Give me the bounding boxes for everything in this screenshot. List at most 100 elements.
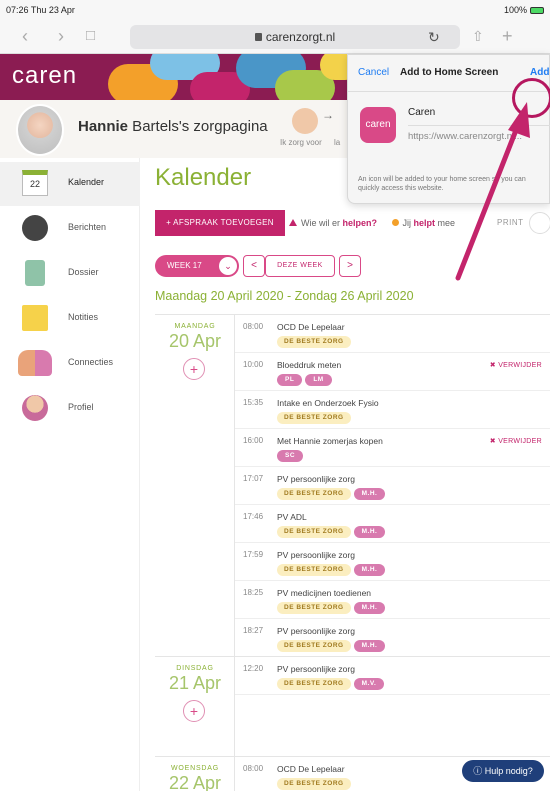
logo[interactable]: caren xyxy=(12,62,77,90)
sidebar-item-connecties[interactable]: Connecties xyxy=(0,342,140,386)
event-tags: DE BESTE ZORG M.H. xyxy=(277,564,388,576)
lock-icon xyxy=(254,32,262,41)
event-time: 17:59 xyxy=(243,550,264,559)
add-appointment-button[interactable]: + AFSPRAAK TOEVOEGEN xyxy=(155,210,285,236)
help-button[interactable]: ⓘ Hulp nodig? xyxy=(462,760,544,782)
sidebar-item-label: Dossier xyxy=(68,267,99,277)
day-date: 20 Apr xyxy=(168,331,222,351)
event-item[interactable]: 08:00 OCD De Lepelaar DE BESTE ZORG xyxy=(235,315,550,353)
person-badge: M.H. xyxy=(353,564,386,576)
event-time: 12:20 xyxy=(243,664,264,673)
you-help-link[interactable]: Jij helpt mee xyxy=(391,218,455,228)
back-icon[interactable]: ‹ xyxy=(22,26,28,46)
event-item[interactable]: 16:00 Met Hannie zomerjas kopen SC ✖ VERWIJ… xyxy=(235,429,550,467)
sidebar-item-berichten[interactable]: Berichten xyxy=(0,207,140,251)
address-bar[interactable]: carenzorgt.nl xyxy=(130,25,460,49)
event-time: 10:00 xyxy=(243,360,264,369)
dot-icon xyxy=(391,219,399,226)
week-selector[interactable]: WEEK 17 ⌄ xyxy=(155,255,239,277)
org-badge: DE BESTE ZORG xyxy=(277,488,351,500)
sidebar-item-profiel[interactable]: Profiel xyxy=(0,387,140,431)
status-battery: 100% xyxy=(504,5,544,15)
event-tags: SC xyxy=(277,450,306,462)
sidebar-item-label: Kalender xyxy=(68,177,105,187)
people-icon xyxy=(18,350,52,376)
sidebar-item-label: Connecties xyxy=(68,357,114,367)
add-event-button[interactable]: + xyxy=(183,358,205,380)
day-header: MAANDAG 20 Apr + xyxy=(155,315,235,656)
event-title: PV persoonlijke zorg xyxy=(277,550,355,560)
remove-event-button[interactable]: ✖ VERWIJDER xyxy=(490,361,542,369)
sidebar-item-kalender[interactable]: 22 Kalender xyxy=(0,162,140,206)
day-name: DINSDAG xyxy=(176,665,214,672)
event-title: PV medicijnen toedienen xyxy=(277,588,372,598)
event-tags: DE BESTE ZORG M.H. xyxy=(277,526,388,538)
day-block: DINSDAG 21 Apr +12:20 PV persoonlijke zorg D… xyxy=(155,656,550,756)
sidebar: 22 Kalender Berichten Dossier Notities C… xyxy=(0,158,140,791)
org-badge: DE BESTE ZORG xyxy=(277,564,351,576)
forward-icon[interactable]: › xyxy=(58,26,64,46)
day-header: WOENSDAG 22 Apr xyxy=(155,757,235,791)
printer-icon[interactable] xyxy=(529,212,550,234)
new-tab-icon[interactable]: + xyxy=(502,26,513,46)
cancel-button[interactable]: Cancel xyxy=(358,67,389,78)
app-url: https://www.carenzorgt.nl... xyxy=(408,131,523,142)
arrow-right-icon: → xyxy=(322,108,334,122)
app-name-field[interactable]: Caren xyxy=(408,107,435,118)
share-icon[interactable]: ⇧ xyxy=(472,26,484,46)
event-tags: DE BESTE ZORG M.H. xyxy=(277,488,388,500)
sidebar-item-dossier[interactable]: Dossier xyxy=(0,252,140,296)
help-filter-links: Wie wil er helpen? Jij helpt mee xyxy=(289,218,455,228)
highlight-circle xyxy=(512,78,550,118)
remove-event-button[interactable]: ✖ VERWIJDER xyxy=(490,437,542,445)
event-title: PV ADL xyxy=(277,512,307,522)
add-button[interactable]: Add xyxy=(530,67,549,78)
calendar-icon: 22 xyxy=(22,170,48,196)
event-item[interactable]: 18:27 PV persoonlijke zorg DE BESTE ZORG M.… xyxy=(235,619,550,657)
carer-avatar[interactable] xyxy=(292,108,318,134)
org-badge: DE BESTE ZORG xyxy=(277,778,351,790)
event-title: Bloeddruk meten xyxy=(277,360,342,370)
event-time: 08:00 xyxy=(243,764,264,773)
event-item[interactable]: 12:20 PV persoonlijke zorg DE BESTE ZORG M.… xyxy=(235,657,550,695)
event-item[interactable]: 15:35 Intake en Onderzoek Fysio DE BESTE Z… xyxy=(235,391,550,429)
avatar[interactable] xyxy=(16,104,64,156)
sidebar-item-notities[interactable]: Notities xyxy=(0,297,140,341)
person-badge: LM xyxy=(305,374,332,386)
event-item[interactable]: 17:59 PV persoonlijke zorg DE BESTE ZORG M.… xyxy=(235,543,550,581)
event-item[interactable]: 17:46 PV ADL DE BESTE ZORG M.H. xyxy=(235,505,550,543)
event-item[interactable]: 10:00 Bloeddruk meten PL LM ✖ VERWIJDER xyxy=(235,353,550,391)
popover-title: Add to Home Screen xyxy=(400,67,499,78)
calendar-main: Kalender + AFSPRAAK TOEVOEGEN Wie wil er… xyxy=(141,158,550,791)
sticky-note-icon xyxy=(22,305,48,331)
person-badge: M.H. xyxy=(353,488,386,500)
event-tags: DE BESTE ZORG M.H. xyxy=(277,640,388,652)
org-badge: DE BESTE ZORG xyxy=(277,640,351,652)
event-item[interactable]: 17:07 PV persoonlijke zorg DE BESTE ZORG M.… xyxy=(235,467,550,505)
event-title: Intake en Onderzoek Fysio xyxy=(277,398,379,408)
next-week-button[interactable]: > xyxy=(339,255,361,277)
status-bar: 07:26 Thu 23 Apr 100% xyxy=(0,0,550,20)
sidebar-item-label: Berichten xyxy=(68,222,107,232)
event-tags: DE BESTE ZORG M.V. xyxy=(277,678,387,690)
day-date: 22 Apr xyxy=(168,773,222,791)
event-tags: DE BESTE ZORG xyxy=(277,336,354,348)
org-badge: DE BESTE ZORG xyxy=(277,412,351,424)
day-name: WOENSDAG xyxy=(170,765,219,772)
battery-icon xyxy=(530,7,544,15)
triangle-icon xyxy=(289,219,297,226)
bookmarks-icon[interactable]: □ xyxy=(86,26,95,46)
page-owner-title: Hannie Bartels's zorgpagina xyxy=(78,118,268,135)
add-to-home-popover: Cancel Add to Home Screen Add caren Care… xyxy=(347,54,550,204)
add-event-button[interactable]: + xyxy=(183,700,205,722)
who-helps-link[interactable]: Wie wil er helpen? xyxy=(289,218,377,228)
sidebar-item-label: Notities xyxy=(68,312,99,322)
date-range: Maandag 20 April 2020 - Zondag 26 April … xyxy=(155,289,414,303)
reload-icon[interactable]: ↻ xyxy=(428,27,440,47)
event-item[interactable]: 18:25 PV medicijnen toedienen DE BESTE ZOR… xyxy=(235,581,550,619)
event-time: 16:00 xyxy=(243,436,264,445)
previous-week-button[interactable]: < xyxy=(243,255,265,277)
print-link[interactable]: PRINT xyxy=(497,218,524,227)
app-icon: caren xyxy=(360,107,396,143)
this-week-button[interactable]: DEZE WEEK xyxy=(265,255,335,277)
